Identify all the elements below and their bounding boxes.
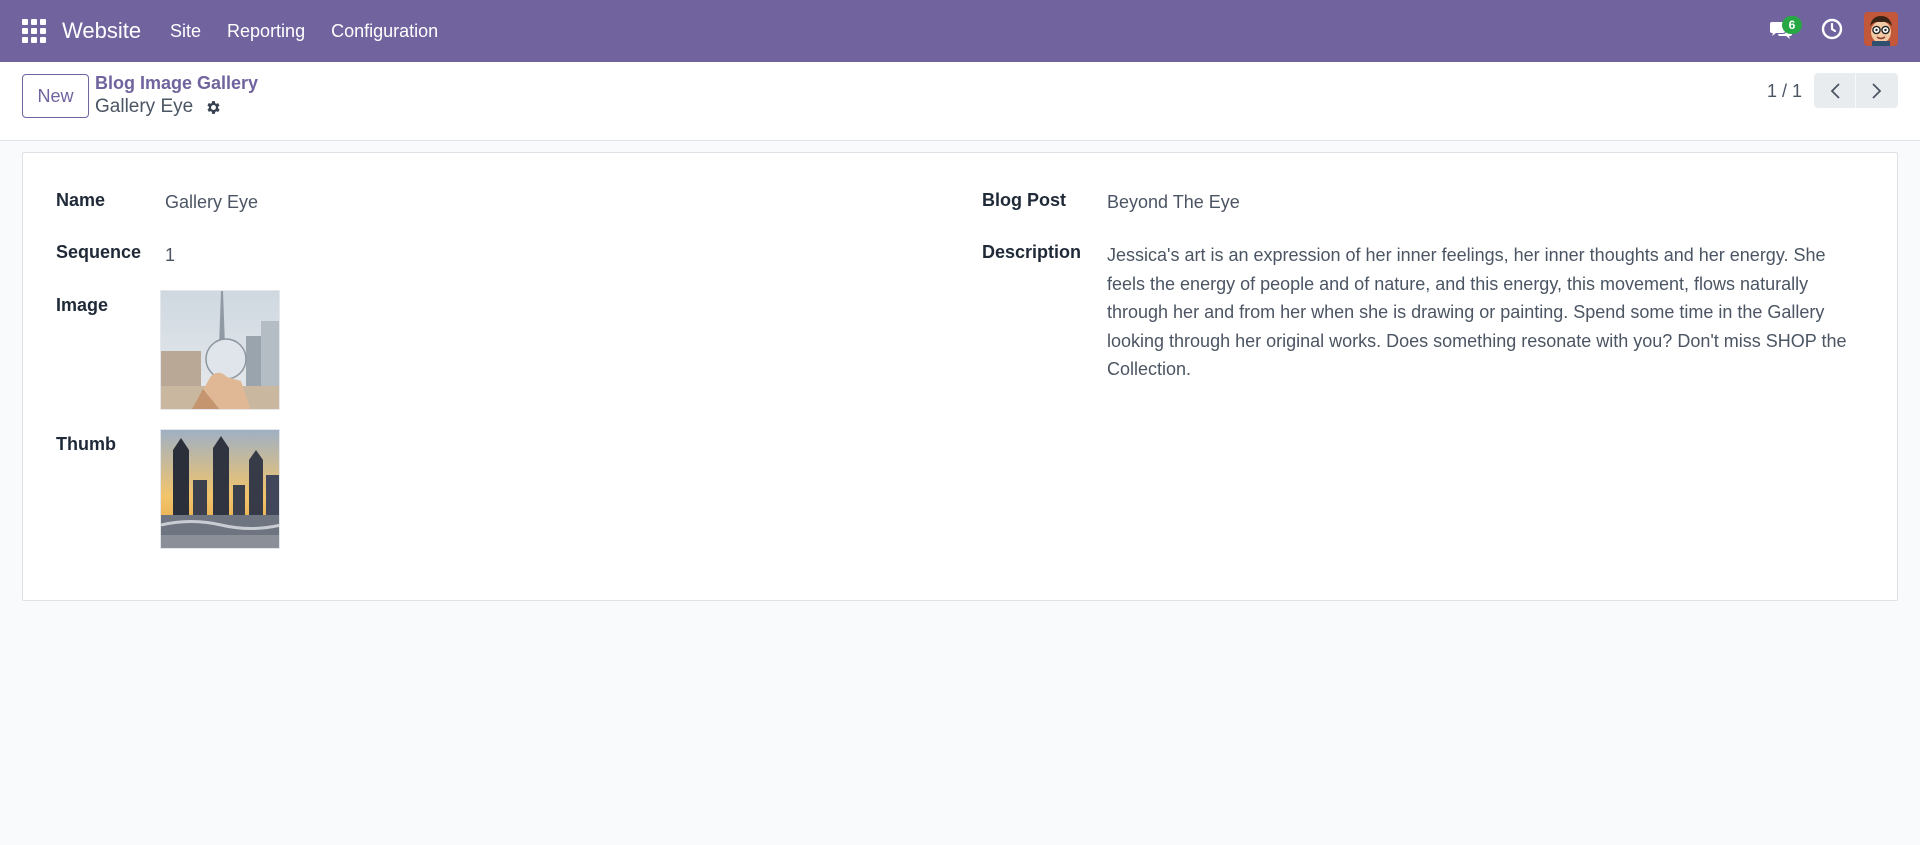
description-label: Description <box>982 242 1082 262</box>
navbar-systray: 6 <box>1766 12 1898 46</box>
menu-item-reporting[interactable]: Reporting <box>227 21 305 42</box>
control-panel: New Blog Image Gallery Gallery Eye 1 / 1 <box>0 62 1920 141</box>
pager-value[interactable]: 1 / 1 <box>1767 81 1802 102</box>
thumb-preview <box>161 430 279 548</box>
record-title: Gallery Eye <box>95 96 194 117</box>
form-sheet: Name Gallery Eye Sequence 1 Image Thumb <box>22 152 1898 601</box>
pager-buttons <box>1814 73 1898 108</box>
name-field[interactable]: Gallery Eye <box>165 192 258 213</box>
name-label: Name <box>56 190 106 210</box>
app-brand[interactable]: Website <box>62 18 141 44</box>
sequence-field[interactable]: 1 <box>165 245 175 266</box>
chat-count-badge: 6 <box>1782 16 1802 34</box>
thumb-field[interactable] <box>160 429 280 549</box>
clock-icon[interactable] <box>1820 17 1844 41</box>
blog-post-label: Blog Post <box>982 190 1066 210</box>
menu-item-configuration[interactable]: Configuration <box>331 21 438 42</box>
avatar-icon <box>1864 12 1898 46</box>
gear-icon[interactable] <box>205 99 222 116</box>
apps-grid-icon[interactable] <box>22 19 46 43</box>
image-label: Image <box>56 295 109 315</box>
image-preview <box>161 291 279 409</box>
top-navbar: Website Site Reporting Configuration 6 <box>0 0 1920 62</box>
new-button[interactable]: New <box>22 74 89 118</box>
thumb-label: Thumb <box>56 434 116 454</box>
blog-post-field[interactable]: Beyond The Eye <box>1107 192 1240 213</box>
image-field[interactable] <box>160 290 280 410</box>
pager-next-button[interactable] <box>1856 73 1898 108</box>
main-menu: Site Reporting Configuration <box>170 21 464 42</box>
description-field[interactable]: Jessica's art is an expression of her in… <box>1107 241 1867 384</box>
sequence-label: Sequence <box>56 242 142 262</box>
messaging-button[interactable]: 6 <box>1766 14 1802 44</box>
user-avatar[interactable] <box>1864 12 1898 46</box>
pager-previous-button[interactable] <box>1814 73 1856 108</box>
chevron-left-icon <box>1830 82 1840 99</box>
breadcrumb-blog-image-gallery[interactable]: Blog Image Gallery <box>95 73 258 94</box>
menu-item-site[interactable]: Site <box>170 21 201 42</box>
chevron-right-icon <box>1872 82 1882 99</box>
record-title-row: Gallery Eye <box>95 96 222 118</box>
